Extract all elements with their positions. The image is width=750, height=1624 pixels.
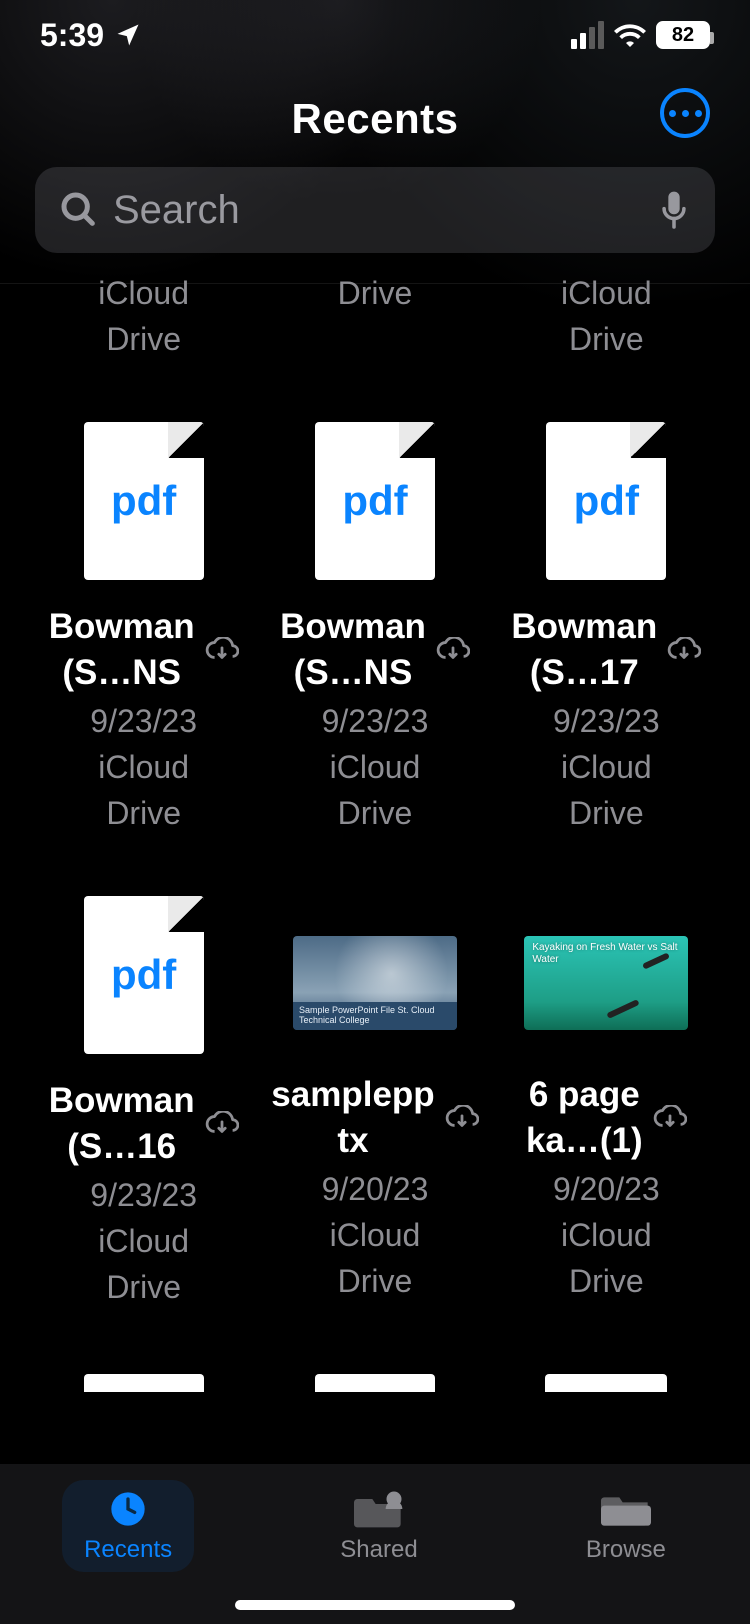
file-item[interactable]: Drive xyxy=(261,274,488,362)
file-date: 9/23/23 xyxy=(90,1172,197,1218)
file-name: Bowman (S…16 xyxy=(49,1078,195,1170)
search-icon xyxy=(59,190,99,230)
tab-recents[interactable]: Recents xyxy=(62,1480,194,1572)
file-item[interactable]: pdf Bowman (S…17 9/23/23 iCloud Drive xyxy=(493,422,720,836)
file-item[interactable]: pdf Bowman (S…NS 9/23/23 iCloud Drive xyxy=(261,422,488,836)
status-bar: 5:39 82 xyxy=(0,0,750,70)
page-title: Recents xyxy=(0,95,750,143)
file-thumbnail-peek xyxy=(84,1374,204,1392)
tab-shared[interactable]: Shared xyxy=(318,1480,439,1572)
cloud-download-icon xyxy=(205,1111,239,1137)
tab-label: Shared xyxy=(340,1536,417,1564)
file-thumbnail-ppt: Sample PowerPoint File St. Cloud Technic… xyxy=(293,936,457,1030)
home-indicator[interactable] xyxy=(235,1600,515,1610)
search-input[interactable] xyxy=(113,188,657,233)
cloud-download-icon xyxy=(445,1105,479,1131)
file-item[interactable] xyxy=(493,1374,720,1392)
microphone-icon[interactable] xyxy=(657,188,691,232)
file-item[interactable] xyxy=(261,1374,488,1392)
file-item[interactable] xyxy=(30,1374,257,1392)
file-item[interactable]: Sample PowerPoint File St. Cloud Technic… xyxy=(261,896,488,1310)
file-name: Bowman (S…NS xyxy=(280,604,426,696)
cloud-download-icon xyxy=(205,637,239,663)
file-location: iCloud Drive xyxy=(330,744,421,836)
file-thumbnail-pdf: pdf xyxy=(84,422,204,580)
file-name: Bowman (S…NS xyxy=(49,604,195,696)
file-thumbnail-image: Kayaking on Fresh Water vs Salt Water xyxy=(524,936,688,1030)
ellipsis-icon xyxy=(669,110,676,117)
file-thumbnail-pdf: pdf xyxy=(546,422,666,580)
file-thumbnail-pdf: pdf xyxy=(84,896,204,1054)
file-location: iCloud Drive xyxy=(98,1218,189,1310)
file-grid[interactable]: iCloud Drive Drive iCloud Drive pdf Bowm… xyxy=(0,274,750,1392)
file-item[interactable]: pdf Bowman (S…16 9/23/23 iCloud Drive xyxy=(30,896,257,1310)
tab-label: Recents xyxy=(84,1536,172,1564)
wifi-icon xyxy=(614,23,646,47)
cellular-signal-icon xyxy=(571,21,604,49)
battery-percent: 82 xyxy=(672,24,694,47)
tab-browse[interactable]: Browse xyxy=(564,1480,688,1572)
file-thumbnail-peek xyxy=(315,1374,435,1392)
file-date: 9/20/23 xyxy=(322,1166,429,1212)
file-item[interactable]: Kayaking on Fresh Water vs Salt Water 6 … xyxy=(493,896,720,1310)
file-thumbnail-pdf: pdf xyxy=(315,422,435,580)
file-item[interactable]: iCloud Drive xyxy=(30,274,257,362)
search-field[interactable] xyxy=(35,167,715,253)
file-date: 9/23/23 xyxy=(322,698,429,744)
more-options-button[interactable] xyxy=(660,88,710,138)
file-name: Bowman (S…17 xyxy=(511,604,657,696)
file-location: iCloud Drive xyxy=(98,744,189,836)
cloud-download-icon xyxy=(653,1105,687,1131)
file-location: iCloud Drive xyxy=(561,744,652,836)
cloud-download-icon xyxy=(436,637,470,663)
file-name: samplepp tx xyxy=(271,1072,434,1164)
tab-label: Browse xyxy=(586,1536,666,1564)
file-location: iCloud Drive xyxy=(561,1212,652,1304)
folder-icon xyxy=(601,1488,651,1530)
ppt-title-strip: Sample PowerPoint File St. Cloud Technic… xyxy=(293,1002,457,1030)
file-location: iCloud Drive xyxy=(98,270,189,362)
file-item[interactable]: iCloud Drive xyxy=(493,274,720,362)
file-date: 9/23/23 xyxy=(90,698,197,744)
file-date: 9/20/23 xyxy=(553,1166,660,1212)
cloud-download-icon xyxy=(667,637,701,663)
file-date: 9/23/23 xyxy=(553,698,660,744)
file-location: iCloud Drive xyxy=(561,270,652,362)
nav-header: Recents xyxy=(0,70,750,167)
location-arrow-icon xyxy=(114,21,142,49)
file-name: 6 page ka…(1) xyxy=(526,1072,643,1164)
folder-person-icon xyxy=(354,1488,404,1530)
file-location: iCloud Drive xyxy=(330,1212,421,1304)
tab-bar: Recents Shared Browse xyxy=(0,1464,750,1624)
clock-icon xyxy=(108,1488,148,1530)
status-time: 5:39 xyxy=(40,17,104,54)
file-item[interactable]: pdf Bowman (S…NS 9/23/23 iCloud Drive xyxy=(30,422,257,836)
file-thumbnail-peek xyxy=(545,1374,667,1392)
battery-indicator: 82 xyxy=(656,21,710,49)
